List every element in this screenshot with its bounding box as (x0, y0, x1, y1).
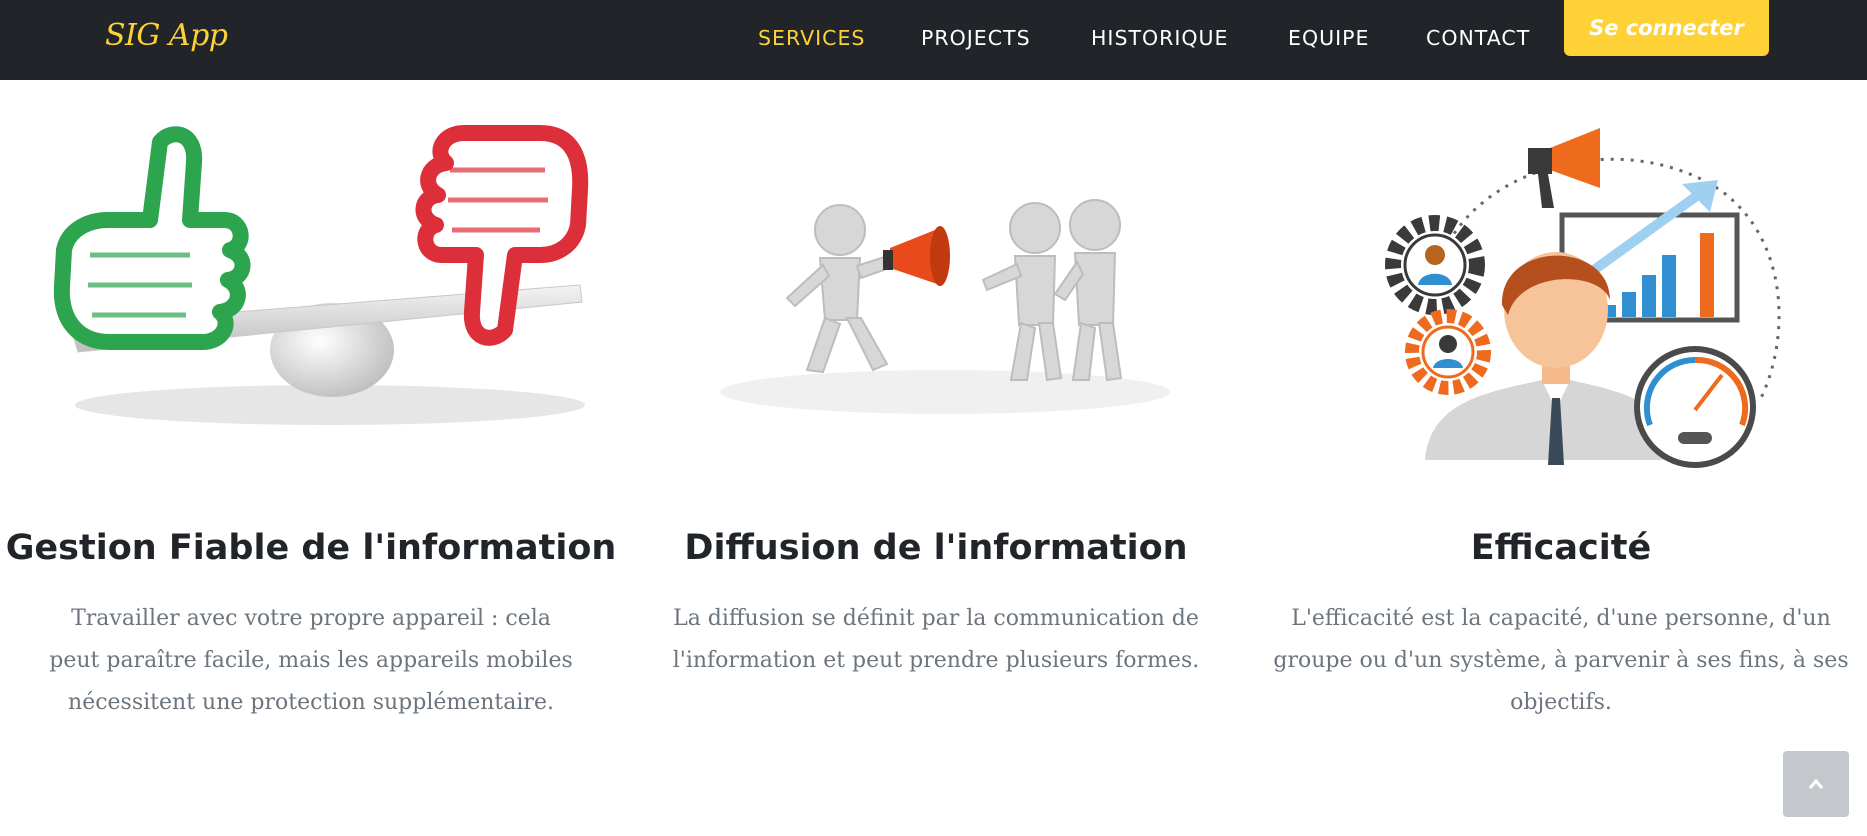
brand-logo[interactable]: SIG App (105, 18, 228, 53)
listener-figures (981, 199, 1123, 382)
service-description: Travailler avec votre propre appareil : … (49, 606, 573, 715)
service-card-diffusion: Diffusion de l'information La diffusion … (625, 80, 1247, 673)
nav-link-contact[interactable]: CONTACT (1426, 26, 1530, 50)
service-title: Diffusion de l'information (684, 528, 1188, 568)
efficiency-dashboard-icon (1385, 128, 1781, 468)
service-title: Gestion Fiable de l'information (5, 528, 617, 568)
thumbs-up-icon (53, 126, 251, 350)
scroll-top-button[interactable] (1783, 751, 1849, 817)
nav-link-historique[interactable]: HISTORIQUE (1091, 26, 1229, 50)
service-description: L'efficacité est la capacité, d'une pers… (1273, 606, 1849, 715)
megaphone-icon (1528, 128, 1600, 208)
chevron-up-icon (1808, 778, 1824, 789)
navbar: SIG App SERVICES PROJECTS HISTORIQUE EQU… (0, 0, 1867, 80)
nav-link-equipe[interactable]: EQUIPE (1288, 26, 1369, 50)
megaphone-icon (883, 226, 950, 286)
service-card-efficacite: Efficacité L'efficacité est la capacité,… (1250, 80, 1867, 715)
login-button[interactable]: Se connecter (1564, 0, 1769, 56)
speaker-figure (785, 204, 897, 374)
gear-icon (1405, 309, 1491, 395)
megaphone-people-icon (720, 199, 1170, 414)
service-card-gestion: Gestion Fiable de l'information Travaill… (0, 80, 622, 715)
service-title: Efficacité (1470, 528, 1652, 568)
nav-link-services[interactable]: SERVICES (758, 26, 865, 50)
service-description: La diffusion se définit par la communica… (672, 606, 1200, 673)
speedometer-icon (1634, 346, 1756, 468)
gear-icon (1385, 215, 1485, 315)
nav-link-projects[interactable]: PROJECTS (921, 26, 1031, 50)
thumbs-balance-icon (53, 125, 589, 425)
